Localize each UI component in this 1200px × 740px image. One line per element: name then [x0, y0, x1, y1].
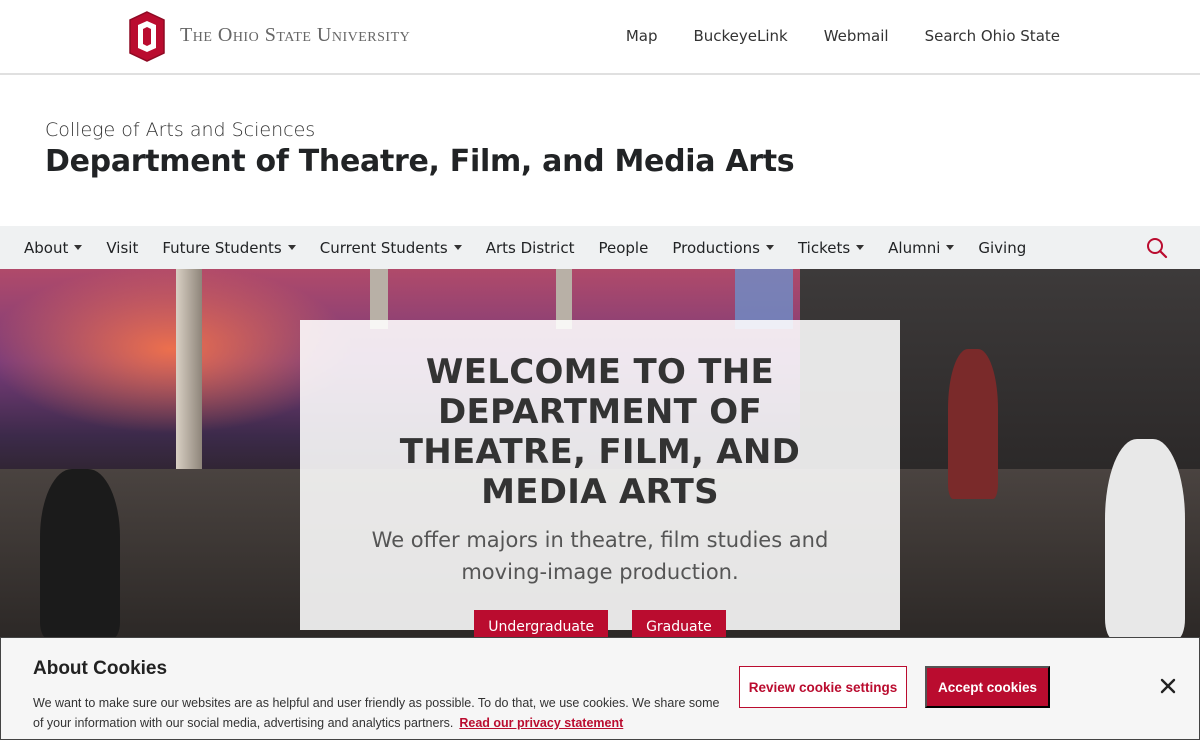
hero-performer: [40, 469, 120, 639]
college-name[interactable]: College of Arts and Sciences: [45, 119, 315, 141]
map-link[interactable]: Map: [626, 27, 658, 45]
hero-buttons: Undergraduate Graduate: [300, 610, 900, 640]
osu-wordmark[interactable]: The Ohio State University: [180, 24, 410, 47]
nav-item-label: Future Students: [162, 238, 282, 257]
hero-title: WELCOME TO THE DEPARTMENT OF THEATRE, FI…: [399, 352, 801, 512]
nav-item-productions[interactable]: Productions: [660, 226, 786, 269]
hero-subtitle: We offer majors in theatre, film studies…: [371, 528, 829, 584]
search-ohio-state-link[interactable]: Search Ohio State: [925, 27, 1060, 45]
nav-item-label: Productions: [672, 238, 760, 257]
buckeyelink-link[interactable]: BuckeyeLink: [693, 27, 787, 45]
nav-item-label: Arts District: [485, 238, 575, 257]
caret-down-icon: [856, 245, 865, 250]
department-title[interactable]: Department of Theatre, Film, and Media A…: [45, 144, 795, 179]
main-navigation: About Visit Future Students Current Stud…: [0, 226, 1200, 269]
caret-down-icon: [453, 245, 462, 250]
hero-stage-tree: [176, 269, 202, 469]
nav-item-current-students[interactable]: Current Students: [308, 226, 474, 269]
cookie-banner-title: About Cookies: [33, 658, 168, 679]
hero-welcome-box: WELCOME TO THE DEPARTMENT OF THEATRE, FI…: [300, 320, 900, 640]
cookie-banner: About Cookies We want to make sure our w…: [0, 637, 1200, 740]
osu-navbar: The Ohio State University Map BuckeyeLin…: [0, 0, 1200, 75]
nav-item-label: People: [598, 238, 649, 257]
nav-item-label: Current Students: [319, 238, 448, 257]
caret-down-icon: [946, 245, 955, 250]
nav-item-label: Giving: [978, 238, 1027, 257]
cookie-banner-text: We want to make sure our websites are as…: [33, 693, 723, 733]
graduate-button[interactable]: Graduate: [632, 610, 726, 640]
ohio-state-block-o-logo[interactable]: [127, 11, 167, 62]
nav-item-label: Visit: [106, 238, 139, 257]
caret-down-icon: [74, 245, 83, 250]
privacy-statement-link[interactable]: Read our privacy statement: [459, 716, 623, 730]
osu-utility-links: Map BuckeyeLink Webmail Search Ohio Stat…: [626, 27, 1060, 45]
site-header: College of Arts and Sciences Department …: [0, 77, 1200, 225]
nav-item-alumni[interactable]: Alumni: [876, 226, 966, 269]
nav-items: About Visit Future Students Current Stud…: [12, 226, 1038, 269]
hero-performer: [948, 349, 998, 499]
hero-banner: WELCOME TO THE DEPARTMENT OF THEATRE, FI…: [0, 269, 1200, 640]
hero-performer: [1105, 439, 1185, 639]
caret-down-icon: [765, 245, 774, 250]
accept-cookies-button[interactable]: Accept cookies: [925, 666, 1050, 708]
caret-down-icon: [287, 245, 296, 250]
undergraduate-button[interactable]: Undergraduate: [474, 610, 609, 640]
nav-item-future-students[interactable]: Future Students: [150, 226, 307, 269]
review-cookie-settings-button[interactable]: Review cookie settings: [739, 666, 907, 708]
nav-item-visit[interactable]: Visit: [94, 226, 150, 269]
nav-item-label: About: [24, 238, 69, 257]
nav-item-label: Tickets: [797, 238, 851, 257]
nav-item-tickets[interactable]: Tickets: [786, 226, 876, 269]
nav-item-people[interactable]: People: [586, 226, 660, 269]
nav-item-giving[interactable]: Giving: [966, 226, 1038, 269]
search-icon[interactable]: [1146, 237, 1168, 259]
nav-item-arts-district[interactable]: Arts District: [474, 226, 587, 269]
nav-item-about[interactable]: About: [12, 226, 94, 269]
webmail-link[interactable]: Webmail: [824, 27, 889, 45]
nav-item-label: Alumni: [888, 238, 941, 257]
close-icon[interactable]: [1159, 677, 1177, 695]
